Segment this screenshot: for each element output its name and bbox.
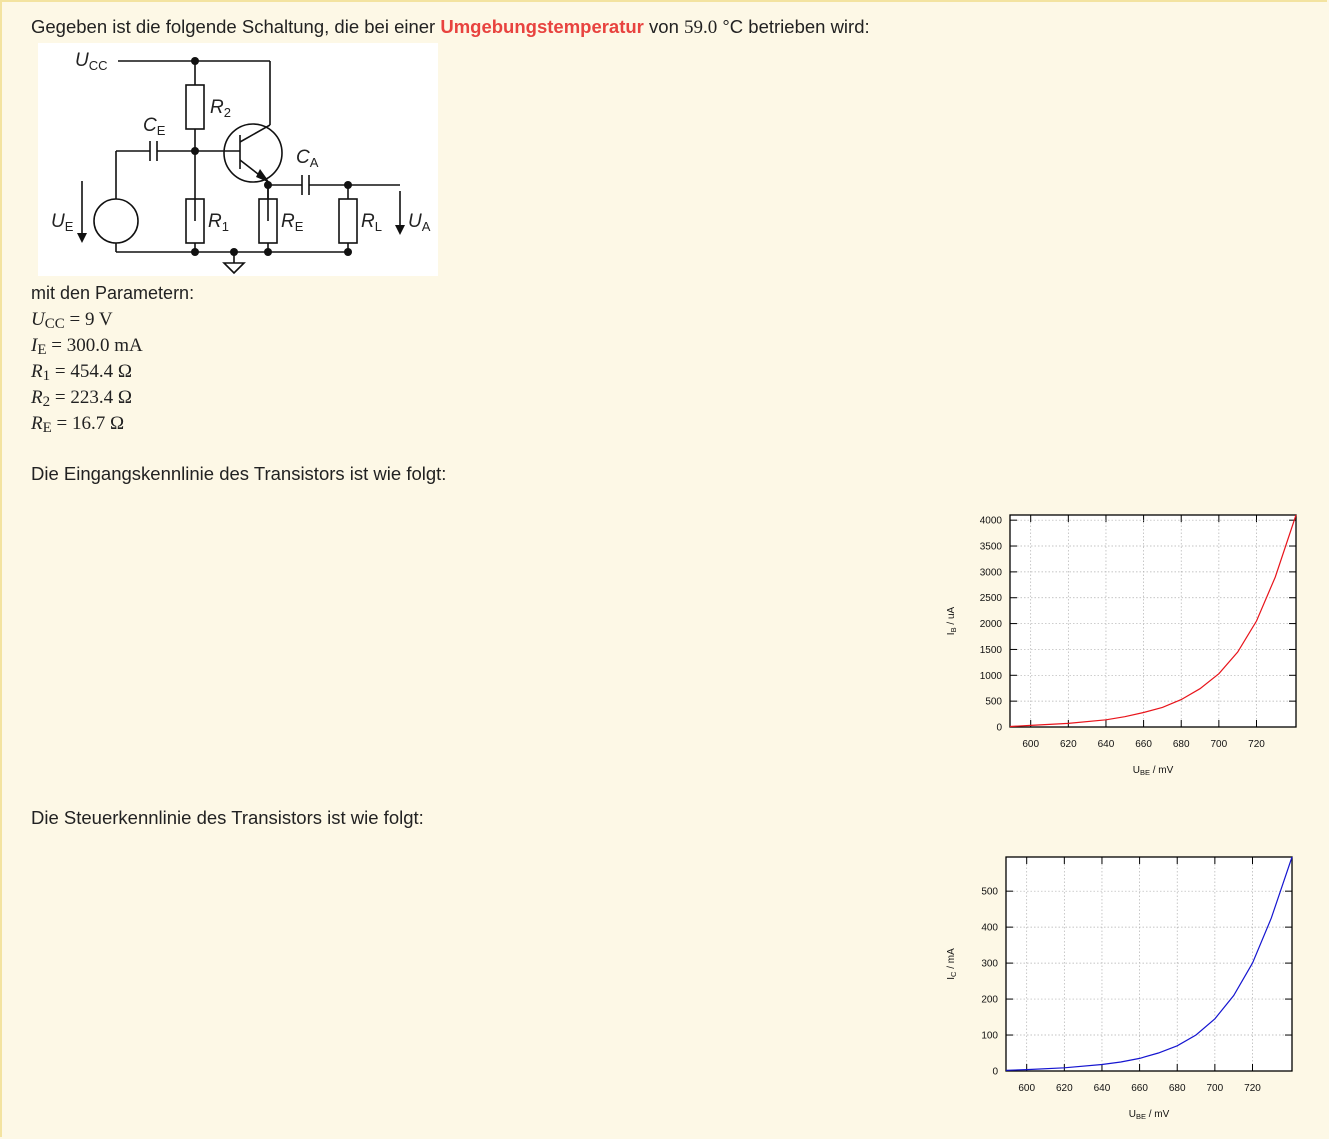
param-symbol: R xyxy=(31,361,43,382)
y-tick-label: 300 xyxy=(981,959,998,970)
ca-label: CA xyxy=(296,147,319,170)
param-row: RE = 16.7 Ω xyxy=(31,411,143,437)
ua-label: UA xyxy=(408,211,431,234)
param-value: = 223.4 xyxy=(50,387,118,408)
temperature-value: 59.0 xyxy=(684,17,718,38)
x-tick-label: 600 xyxy=(1018,1083,1035,1094)
y-tick-label: 1500 xyxy=(980,645,1003,656)
param-symbol: R xyxy=(31,387,43,408)
param-subscript: E xyxy=(42,420,52,436)
intro-middle: von xyxy=(649,16,679,37)
param-row: R2 = 223.4 Ω xyxy=(31,385,143,411)
plot-area xyxy=(1006,857,1292,1071)
x-tick-label: 620 xyxy=(1060,739,1077,750)
param-subscript: 2 xyxy=(42,394,51,410)
param-row: IE = 300.0 mA xyxy=(31,333,143,359)
circuit-svg: UCC R2 CE CA UE R1 RE RL UA xyxy=(51,50,431,275)
y-tick-label: 500 xyxy=(981,887,998,898)
x-tick-label: 700 xyxy=(1207,1083,1224,1094)
r1-label: R1 xyxy=(208,211,229,234)
x-tick-label: 640 xyxy=(1094,1083,1111,1094)
y-tick-label: 3500 xyxy=(980,542,1003,553)
x-tick-label: 660 xyxy=(1131,1083,1148,1094)
param-unit: V xyxy=(98,309,113,330)
param-value: = 454.4 xyxy=(50,361,118,382)
intro-suffix: °C betrieben wird: xyxy=(722,16,870,37)
y-axis-label: IB / uA xyxy=(946,606,958,635)
x-tick-label: 680 xyxy=(1169,1083,1186,1094)
control-section-text: Die Steuerkennlinie des Transistors ist … xyxy=(31,807,424,828)
param-symbol: U xyxy=(31,309,45,330)
param-subscript: 1 xyxy=(42,368,51,384)
param-value: = 300.0 xyxy=(46,335,115,356)
param-unit: Ω xyxy=(117,361,132,382)
param-subscript: CC xyxy=(44,316,65,332)
params-title: mit den Parametern: xyxy=(31,283,195,303)
y-tick-label: 500 xyxy=(985,697,1002,708)
x-tick-label: 720 xyxy=(1244,1083,1261,1094)
x-tick-label: 660 xyxy=(1135,739,1152,750)
param-value: = 16.7 xyxy=(51,413,110,434)
temperature-keyword: Umgebungstemperatur xyxy=(440,16,644,37)
y-tick-label: 2000 xyxy=(980,619,1003,630)
y-axis-label: IC / mA xyxy=(946,948,958,980)
y-tick-label: 200 xyxy=(981,995,998,1006)
plot-area xyxy=(1010,515,1296,727)
ue-label: UE xyxy=(51,211,74,234)
ucc-label: UCC xyxy=(75,50,108,73)
param-unit: mA xyxy=(114,335,143,356)
re-label: RE xyxy=(281,211,304,234)
param-subscript: E xyxy=(37,342,47,358)
intro-prefix: Gegeben ist die folgende Schaltung, die … xyxy=(31,16,436,37)
x-tick-label: 600 xyxy=(1022,739,1039,750)
y-tick-label: 400 xyxy=(981,923,998,934)
ce-label: CE xyxy=(143,115,166,138)
param-unit: Ω xyxy=(117,387,132,408)
y-tick-label: 3000 xyxy=(980,567,1003,578)
x-tick-label: 700 xyxy=(1211,739,1228,750)
x-tick-label: 620 xyxy=(1056,1083,1073,1094)
param-row: R1 = 454.4 Ω xyxy=(31,359,143,385)
input-characteristic-chart: 600 620 640 660 680 700 720 0 500 1000 1500 2000 250… xyxy=(946,514,1297,777)
circuit-diagram: UCC R2 CE CA UE R1 RE RL UA xyxy=(38,43,438,276)
x-axis-label: UBE / mV xyxy=(1133,765,1174,777)
y-tick-label: 4000 xyxy=(980,516,1003,527)
rl-label: RL xyxy=(361,211,382,234)
x-tick-label: 640 xyxy=(1098,739,1115,750)
y-tick-label: 100 xyxy=(981,1031,998,1042)
x-tick-label: 680 xyxy=(1173,739,1190,750)
control-characteristic-chart: 600 620 640 660 680 700 720 0 100 200 300 400 500 UBE… xyxy=(946,856,1293,1121)
y-tick-label: 0 xyxy=(996,723,1002,734)
y-tick-label: 0 xyxy=(992,1067,998,1078)
r2-label: R2 xyxy=(210,97,231,120)
x-tick-label: 720 xyxy=(1248,739,1265,750)
y-tick-label: 1000 xyxy=(980,671,1003,682)
param-symbol: R xyxy=(31,413,43,434)
input-section-text: Die Eingangskennlinie des Transistors is… xyxy=(31,463,447,484)
x-axis-label: UBE / mV xyxy=(1129,1109,1170,1121)
param-row: UCC = 9 V xyxy=(31,307,143,333)
intro-text: Gegeben ist die folgende Schaltung, die … xyxy=(31,16,870,39)
param-value: = 9 xyxy=(64,309,99,330)
param-unit: Ω xyxy=(110,413,125,434)
params-list: UCC = 9 V IE = 300.0 mA R1 = 454.4 Ω R2 = 2… xyxy=(31,307,143,437)
y-tick-label: 2500 xyxy=(980,593,1003,604)
